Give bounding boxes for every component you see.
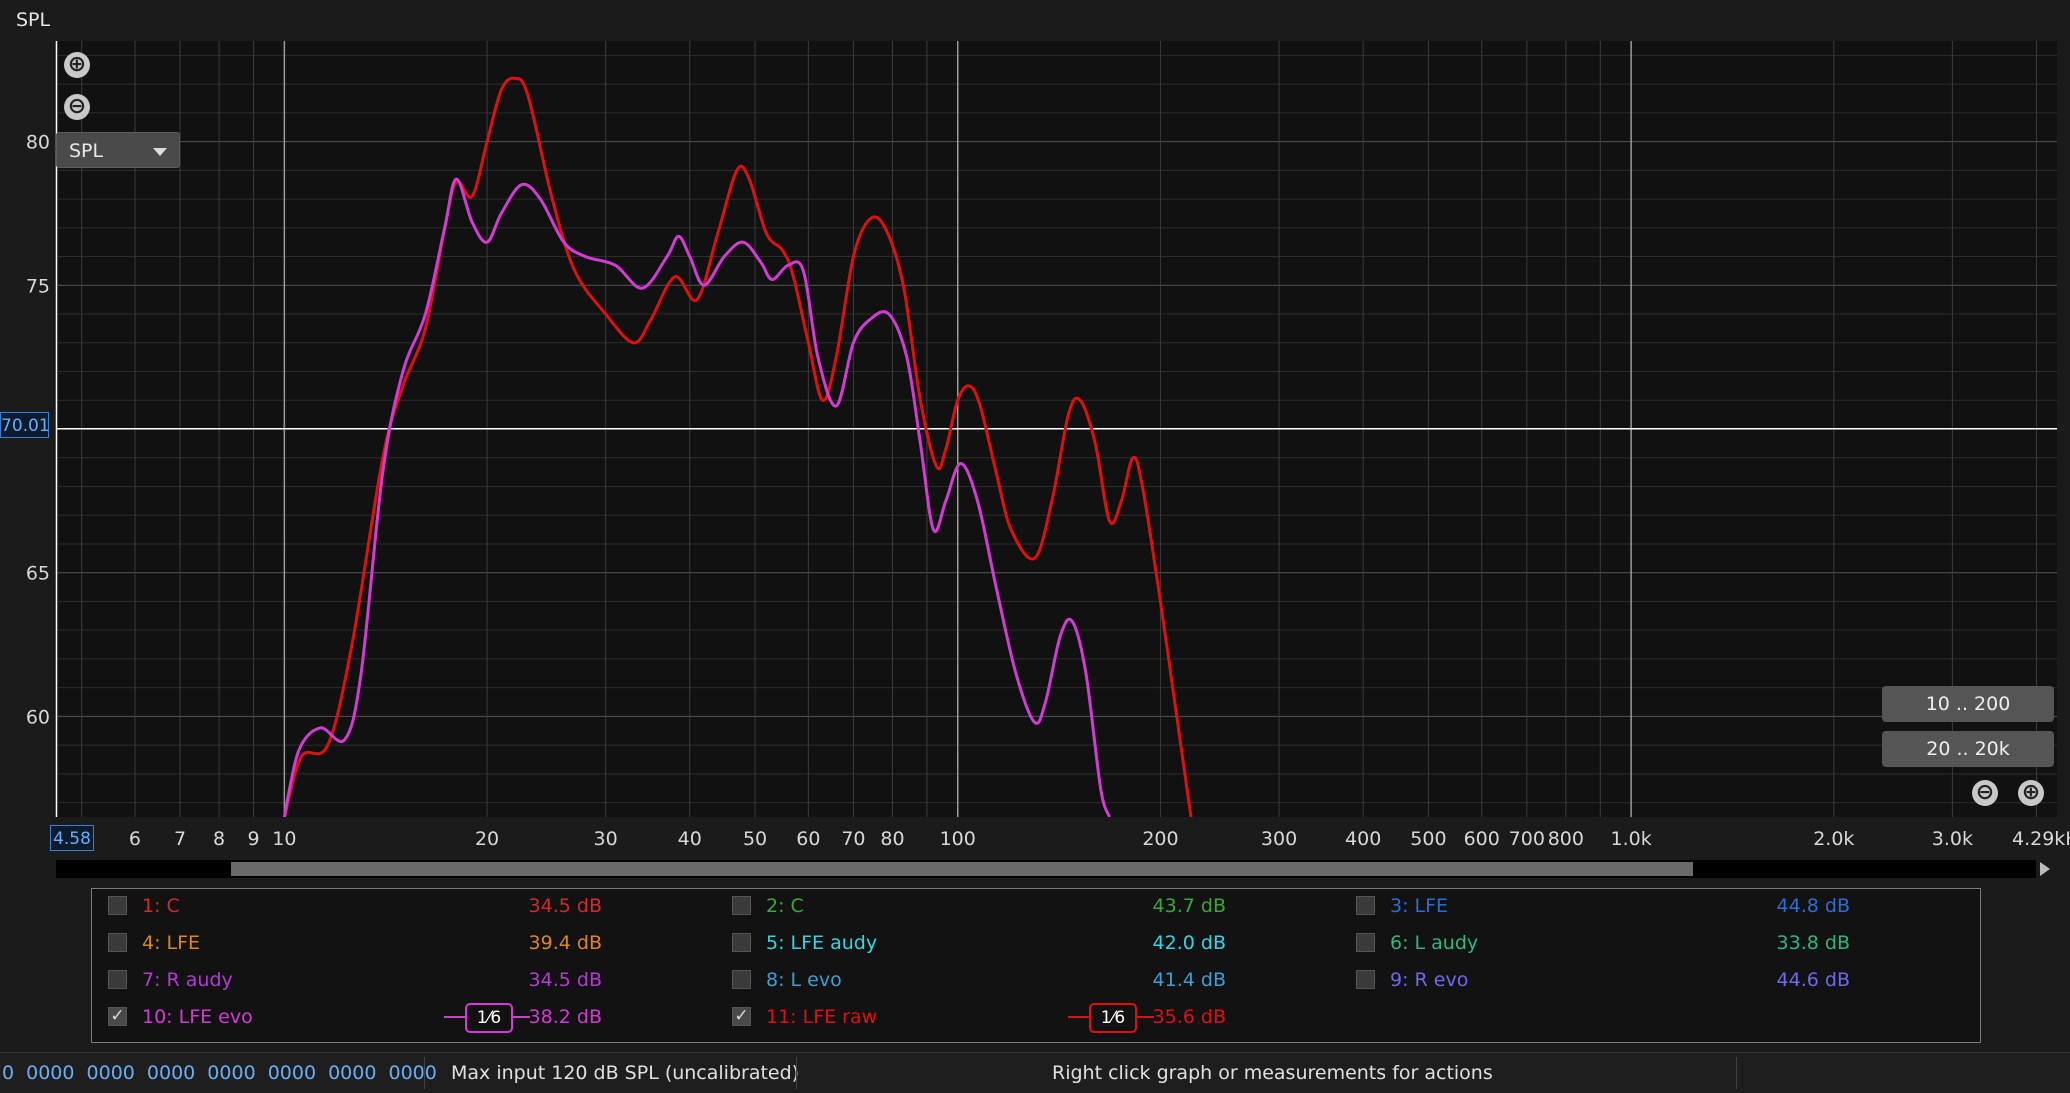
status-max-input: Max input 120 dB SPL (uncalibrated) xyxy=(451,1062,800,1084)
x-tick-label: 600 xyxy=(1464,828,1500,850)
y-tick-label: 65 xyxy=(26,563,50,585)
horizontal-scrollbar[interactable] xyxy=(56,860,2036,878)
measurement-value: 39.4 dB xyxy=(528,932,602,954)
measurement-item[interactable]: 5: LFE audy 42.0 dB xyxy=(732,928,1332,958)
measurement-name[interactable]: 3: LFE xyxy=(1390,891,1448,921)
x-tick-label: 4.29kHz xyxy=(2012,828,2070,850)
x-zoom-out-icon[interactable]: ⊖ xyxy=(1972,780,1998,806)
y-tick-label: 60 xyxy=(26,706,50,728)
measurement-checkbox[interactable] xyxy=(732,933,751,952)
x-tick-label: 6 xyxy=(129,828,141,850)
spl-graph[interactable]: 6065707580567891020304050607080100200300… xyxy=(0,0,2070,860)
x-tick-label: 700 xyxy=(1509,828,1545,850)
measurement-value: 38.2 dB xyxy=(528,1006,602,1028)
measurement-checkbox[interactable] xyxy=(1356,933,1375,952)
status-counters: 0 0000 0000 0000 0000 0000 0000 0000 xyxy=(2,1062,437,1084)
status-divider xyxy=(424,1057,425,1089)
measurement-name[interactable]: 7: R audy xyxy=(142,965,233,995)
cursor-x-readout: 4.58 xyxy=(50,825,94,851)
x-tick-label: 80 xyxy=(880,828,904,850)
measurement-item[interactable]: 4: LFE 39.4 dB xyxy=(108,928,708,958)
measurement-name[interactable]: 10: LFE evo xyxy=(142,1002,253,1032)
measurement-item[interactable]: 8: L evo 41.4 dB xyxy=(732,965,1332,995)
x-tick-label: 20 xyxy=(475,828,499,850)
status-hint: Right click graph or measurements for ac… xyxy=(1052,1062,1493,1084)
scrollbar-thumb[interactable] xyxy=(231,862,1693,876)
measurement-value: 41.4 dB xyxy=(1152,969,1226,991)
measurement-value: 35.6 dB xyxy=(1152,1006,1226,1028)
measurement-value: 44.6 dB xyxy=(1776,969,1850,991)
measurement-value: 34.5 dB xyxy=(528,969,602,991)
measurements-panel[interactable]: 1: C 34.5 dB 2: C 43.7 dB 3: LFE 44.8 dB 4: LF… xyxy=(91,888,1981,1043)
status-bar: 0 0000 0000 0000 0000 0000 0000 0000 Max… xyxy=(0,1052,2070,1093)
measurement-name[interactable]: 1: C xyxy=(142,891,180,921)
range-20-20k-button[interactable]: 20 .. 20k xyxy=(1882,731,2054,767)
x-tick-label: 9 xyxy=(248,828,260,850)
measurement-checkbox[interactable]: ✓ xyxy=(732,1007,751,1026)
measurement-checkbox[interactable] xyxy=(732,896,751,915)
measurement-value: 43.7 dB xyxy=(1152,895,1226,917)
spl-dropdown[interactable]: SPL xyxy=(56,132,180,168)
measurement-value: 34.5 dB xyxy=(528,895,602,917)
measurement-value: 42.0 dB xyxy=(1152,932,1226,954)
measurement-item[interactable]: 6: L audy 33.8 dB xyxy=(1356,928,1956,958)
measurement-item[interactable]: 9: R evo 44.6 dB xyxy=(1356,965,1956,995)
measurement-item[interactable]: 7: R audy 34.5 dB xyxy=(108,965,708,995)
measurement-checkbox[interactable] xyxy=(1356,896,1375,915)
spl-dropdown-value: SPL xyxy=(69,140,104,162)
x-tick-label: 100 xyxy=(940,828,976,850)
x-zoom-in-icon[interactable]: ⊕ xyxy=(2018,780,2044,806)
measurement-checkbox[interactable] xyxy=(1356,970,1375,989)
measurement-value: 44.8 dB xyxy=(1776,895,1850,917)
x-tick-label: 300 xyxy=(1261,828,1297,850)
x-tick-label: 8 xyxy=(213,828,225,850)
measurement-checkbox[interactable] xyxy=(108,970,127,989)
status-divider xyxy=(796,1057,797,1089)
x-tick-label: 10 xyxy=(272,828,296,850)
range-10-200-button[interactable]: 10 .. 200 xyxy=(1882,686,2054,722)
zoom-in-icon[interactable]: ⊕ xyxy=(64,52,90,78)
x-tick-label: 30 xyxy=(594,828,618,850)
measurement-item[interactable]: ✓ 10: LFE evo 1⁄6 38.2 dB xyxy=(108,1002,708,1033)
zoom-out-icon[interactable]: ⊖ xyxy=(64,94,90,120)
scroll-right-icon[interactable] xyxy=(2040,862,2050,876)
x-tick-label: 7 xyxy=(174,828,186,850)
measurement-name[interactable]: 8: L evo xyxy=(766,965,842,995)
measurement-value: 33.8 dB xyxy=(1776,932,1850,954)
x-tick-label: 1.0k xyxy=(1611,828,1652,850)
measurement-checkbox[interactable]: ✓ xyxy=(108,1007,127,1026)
measurement-item[interactable]: 3: LFE 44.8 dB xyxy=(1356,891,1956,921)
measurement-checkbox[interactable] xyxy=(732,970,751,989)
y-tick-label: 75 xyxy=(26,275,50,297)
measurement-name[interactable]: 5: LFE audy xyxy=(766,928,877,958)
chevron-down-icon xyxy=(153,148,167,156)
measurement-name[interactable]: 9: R evo xyxy=(1390,965,1468,995)
measurement-checkbox[interactable] xyxy=(108,896,127,915)
x-tick-label: 70 xyxy=(841,828,865,850)
x-tick-label: 60 xyxy=(796,828,820,850)
x-tick-label: 400 xyxy=(1345,828,1381,850)
x-tick-label: 200 xyxy=(1142,828,1178,850)
y-tick-label: 80 xyxy=(26,132,50,154)
x-tick-label: 50 xyxy=(743,828,767,850)
x-tick-label: 800 xyxy=(1548,828,1584,850)
x-tick-label: 3.0k xyxy=(1932,828,1973,850)
x-tick-label: 40 xyxy=(678,828,702,850)
status-divider xyxy=(1736,1057,1737,1089)
measurement-name[interactable]: 6: L audy xyxy=(1390,928,1478,958)
measurement-name[interactable]: 2: C xyxy=(766,891,804,921)
x-tick-label: 2.0k xyxy=(1813,828,1854,850)
measurement-item[interactable]: 1: C 34.5 dB xyxy=(108,891,708,921)
measurement-checkbox[interactable] xyxy=(108,933,127,952)
measurement-name[interactable]: 11: LFE raw xyxy=(766,1002,877,1032)
measurement-name[interactable]: 4: LFE xyxy=(142,928,200,958)
measurement-item[interactable]: ✓ 11: LFE raw 1⁄6 35.6 dB xyxy=(732,1002,1332,1033)
x-tick-label: 500 xyxy=(1410,828,1446,850)
measurement-item[interactable]: 2: C 43.7 dB xyxy=(732,891,1332,921)
cursor-y-readout: 70.01 xyxy=(0,412,50,438)
